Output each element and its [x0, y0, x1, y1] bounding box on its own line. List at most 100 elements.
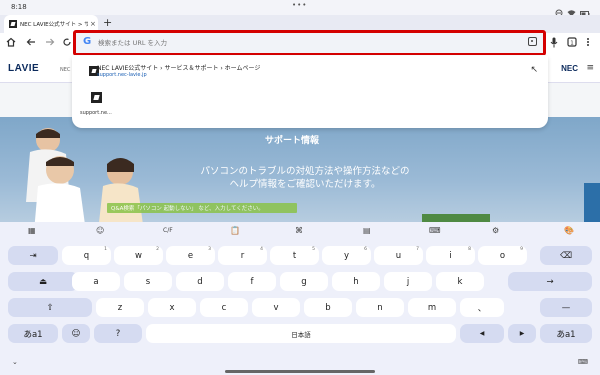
shortcut-tile-label: support.ne...	[80, 110, 112, 116]
keyboard-switch-icon[interactable]: ⌨	[578, 358, 588, 366]
symbol-key[interactable]: ?	[94, 324, 142, 343]
qa-search-hint: Q&A検索「パソコン 起動しない」 など、入力してください。	[111, 206, 264, 212]
key-label: i	[449, 250, 452, 261]
chat-side-tab[interactable]	[584, 183, 600, 223]
cursor-left-key[interactable]: ◀	[460, 324, 504, 343]
clipboard-icon[interactable]: 📋	[230, 226, 240, 235]
home-icon[interactable]	[6, 37, 16, 50]
key-z[interactable]: z	[96, 298, 144, 317]
key-j[interactable]: j	[384, 272, 432, 291]
kana-switch-key-right[interactable]: あa1	[540, 324, 592, 343]
enter-key[interactable]: →	[508, 272, 592, 291]
key-s[interactable]: s	[124, 272, 172, 291]
key-c[interactable]: c	[200, 298, 248, 317]
hero-line-2: ヘルプ情報をご確認いただけます。	[229, 179, 381, 190]
nec-logo[interactable]: NEC	[561, 64, 578, 73]
space-key[interactable]: 日本語	[146, 324, 456, 343]
menu-more-icon[interactable]	[586, 37, 590, 50]
address-bar[interactable]: G	[73, 30, 546, 56]
key-hint: 6	[364, 247, 367, 252]
key-label: r	[240, 250, 245, 261]
key-y[interactable]: y6	[322, 246, 371, 265]
lavie-logo[interactable]: LAVIE	[8, 63, 39, 74]
key-b[interactable]: b	[304, 298, 352, 317]
omnibox-suggestions: NEC LAVIE公式サイト › サービス＆サポート › ホームページ supp…	[72, 56, 548, 128]
url-input[interactable]	[98, 35, 498, 51]
dash-key[interactable]: —	[540, 298, 592, 317]
key-hint: 9	[520, 247, 523, 252]
key-m[interactable]: m	[408, 298, 456, 317]
key-n[interactable]: n	[356, 298, 404, 317]
cursor-right-key[interactable]: ▶	[508, 324, 536, 343]
key-label: w	[135, 250, 142, 261]
key-hint: 8	[468, 247, 471, 252]
key-w[interactable]: w2	[114, 246, 163, 265]
logo-subtext: NEC	[60, 67, 71, 73]
qa-search-field[interactable]: Q&A検索「パソコン 起動しない」 など、入力してください。	[107, 203, 297, 213]
google-lens-icon[interactable]	[528, 37, 537, 46]
new-tab-button[interactable]: +	[103, 16, 112, 29]
key-x[interactable]: x	[148, 298, 196, 317]
status-time: 8:18	[11, 3, 27, 11]
key-hint: 5	[312, 247, 315, 252]
cf-toggle-button[interactable]: C/F	[163, 227, 173, 234]
sticker-icon[interactable]: ☺	[96, 226, 104, 235]
key-u[interactable]: u7	[374, 246, 423, 265]
settings-gear-icon[interactable]: ⌨	[429, 226, 441, 235]
keyboard-grid-icon[interactable]: ▦	[28, 226, 36, 235]
voice-key[interactable]: ⏏	[8, 272, 78, 291]
key-comma[interactable]: 、	[460, 298, 504, 317]
site-menu-icon[interactable]: ≡	[586, 63, 594, 73]
key-d[interactable]: d	[176, 272, 224, 291]
key-t[interactable]: t5	[270, 246, 319, 265]
key-k[interactable]: k	[436, 272, 484, 291]
home-indicator[interactable]	[225, 370, 375, 373]
emoji-key[interactable]: ☺	[62, 324, 90, 343]
suggestion-title: NEC LAVIE公式サイト › サービス＆サポート › ホームページ	[97, 65, 261, 72]
reload-icon[interactable]	[63, 37, 71, 50]
key-r[interactable]: r4	[218, 246, 267, 265]
key-hint: 3	[208, 247, 211, 252]
tab-close-icon[interactable]: ×	[90, 20, 96, 28]
multitask-dots-icon[interactable]: •••	[292, 1, 307, 9]
key-e[interactable]: e3	[166, 246, 215, 265]
suggestion-row[interactable]: NEC LAVIE公式サイト › サービス＆サポート › ホームページ supp…	[72, 58, 548, 84]
key-f[interactable]: f	[228, 272, 276, 291]
hero-line-1: パソコンのトラブルの対処方法や操作方法などの	[200, 166, 410, 177]
key-label: e	[187, 250, 194, 261]
hero-title: サポート情報	[265, 136, 320, 146]
lavie-favicon-icon	[91, 92, 102, 103]
svg-text:1: 1	[570, 40, 574, 46]
key-label: q	[83, 250, 90, 261]
key-q[interactable]: q1	[62, 246, 111, 265]
key-o[interactable]: o9	[478, 246, 527, 265]
shortcut-tile[interactable]: support.ne...	[80, 89, 112, 125]
shortcut-icon[interactable]: ⌘	[295, 226, 303, 235]
key-label: t	[292, 250, 297, 261]
microphone-icon[interactable]	[550, 37, 558, 51]
fill-arrow-icon[interactable]: ↖	[530, 65, 538, 75]
google-icon: G	[83, 36, 92, 47]
hide-keyboard-icon[interactable]: ⌄	[12, 358, 18, 366]
suggestion-url: support.nec-lavie.jp	[97, 72, 147, 78]
on-screen-keyboard: ▦ ☺ C/F 📋 ⌘ ▤ ⌨ ⚙ 🎨 ⇥ q1 w2 e3 r4 t5 y6 …	[0, 222, 600, 375]
key-v[interactable]: v	[252, 298, 300, 317]
shift-key[interactable]: ⇧	[8, 298, 92, 317]
tab-count-icon[interactable]: 1	[567, 37, 577, 50]
kana-switch-key[interactable]: あa1	[8, 324, 58, 343]
keyboard-toolbar: ▦ ☺ C/F 📋 ⌘ ▤ ⌨ ⚙ 🎨	[0, 222, 600, 242]
theme-palette-icon[interactable]: ⚙	[492, 226, 499, 235]
key-h[interactable]: h	[332, 272, 380, 291]
key-i[interactable]: i8	[426, 246, 475, 265]
tab-title: NEC LAVIE公式サイト > サ	[20, 22, 88, 28]
key-g[interactable]: g	[280, 272, 328, 291]
tab-key[interactable]: ⇥	[8, 246, 58, 265]
forward-arrow-icon[interactable]	[45, 37, 55, 50]
backspace-key[interactable]: ⌫	[540, 246, 592, 265]
layout-icon[interactable]: ▤	[363, 226, 371, 235]
voice-input-icon[interactable]: 🎨	[564, 226, 574, 235]
back-arrow-icon[interactable]	[26, 37, 36, 50]
key-hint: 1	[104, 247, 107, 252]
key-a[interactable]: a	[72, 272, 120, 291]
key-hint: 7	[416, 247, 419, 252]
